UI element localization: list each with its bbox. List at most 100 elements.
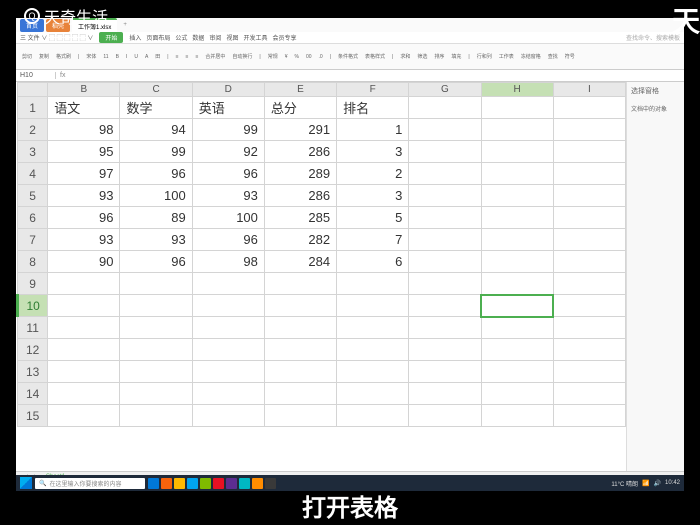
cell[interactable]: 5 <box>337 207 409 229</box>
cell[interactable] <box>337 383 409 405</box>
select-all-corner[interactable] <box>18 83 48 97</box>
weather-widget[interactable]: 11°C 晴朗 <box>611 479 638 488</box>
ribbon-button[interactable]: 合并居中 <box>203 52 227 61</box>
cell[interactable] <box>192 317 264 339</box>
cell[interactable] <box>192 273 264 295</box>
cell[interactable]: 93 <box>192 185 264 207</box>
column-header[interactable]: G <box>409 83 481 97</box>
taskbar-app-icon[interactable] <box>265 478 276 489</box>
cell[interactable] <box>553 405 625 427</box>
ribbon-button[interactable]: ≡ <box>184 53 191 61</box>
cell[interactable] <box>553 229 625 251</box>
cell[interactable] <box>409 185 481 207</box>
clock[interactable]: 10:42 <box>665 480 680 486</box>
row-header[interactable]: 4 <box>18 163 48 185</box>
cell[interactable] <box>120 361 192 383</box>
cell[interactable] <box>409 405 481 427</box>
cell[interactable]: 96 <box>192 229 264 251</box>
fx-icon[interactable]: fx <box>56 72 69 79</box>
cell[interactable] <box>120 295 192 317</box>
ribbon-button[interactable]: ≡ <box>193 53 200 61</box>
column-header[interactable]: F <box>337 83 409 97</box>
row-header[interactable]: 12 <box>18 339 48 361</box>
cell[interactable] <box>264 361 336 383</box>
cell[interactable]: 282 <box>264 229 336 251</box>
cell[interactable]: 96 <box>120 251 192 273</box>
cell[interactable] <box>481 361 553 383</box>
cell[interactable] <box>337 405 409 427</box>
cell[interactable] <box>481 383 553 405</box>
cell[interactable] <box>409 273 481 295</box>
ribbon-button[interactable]: 田 <box>153 52 162 61</box>
taskbar-app-icon[interactable] <box>252 478 263 489</box>
cell[interactable] <box>409 295 481 317</box>
ribbon-button[interactable]: 格式刷 <box>54 52 73 61</box>
cell[interactable]: 英语 <box>192 97 264 119</box>
row-header[interactable]: 15 <box>18 405 48 427</box>
menu-item[interactable]: 审阅 <box>209 36 221 42</box>
cell[interactable] <box>409 361 481 383</box>
row-header[interactable]: 1 <box>18 97 48 119</box>
ribbon-button[interactable]: 求和 <box>398 52 412 61</box>
cell[interactable] <box>553 273 625 295</box>
column-header[interactable]: E <box>264 83 336 97</box>
cell[interactable] <box>264 295 336 317</box>
ribbon-button[interactable]: 排序 <box>432 52 446 61</box>
ribbon-button[interactable]: 冻结窗格 <box>519 52 543 61</box>
menu-start[interactable]: 开始 <box>99 32 123 43</box>
cell[interactable]: 99 <box>120 141 192 163</box>
cell[interactable]: 数学 <box>120 97 192 119</box>
row-header[interactable]: 5 <box>18 185 48 207</box>
cell[interactable]: 285 <box>264 207 336 229</box>
cell[interactable] <box>481 339 553 361</box>
cell[interactable] <box>553 141 625 163</box>
cell[interactable] <box>264 339 336 361</box>
cell[interactable] <box>192 295 264 317</box>
cell[interactable] <box>553 207 625 229</box>
cell[interactable] <box>409 207 481 229</box>
cell[interactable]: 291 <box>264 119 336 141</box>
ribbon-button[interactable]: ¥ <box>283 53 290 61</box>
cell[interactable] <box>409 317 481 339</box>
ribbon-button[interactable]: 表格样式 <box>363 52 387 61</box>
cell[interactable]: 93 <box>48 185 120 207</box>
cell[interactable]: 90 <box>48 251 120 273</box>
cell[interactable] <box>481 207 553 229</box>
cell[interactable]: 286 <box>264 185 336 207</box>
cell[interactable] <box>337 361 409 383</box>
cell[interactable] <box>553 97 625 119</box>
spreadsheet-grid[interactable]: BCDEFGHI1语文数学英语总分排名298949929113959992286… <box>16 82 626 471</box>
cell[interactable]: 100 <box>192 207 264 229</box>
menu-item[interactable]: 视图 <box>226 36 238 42</box>
cell[interactable]: 98 <box>192 251 264 273</box>
cell[interactable] <box>553 295 625 317</box>
row-header[interactable]: 3 <box>18 141 48 163</box>
cell[interactable] <box>337 273 409 295</box>
cell[interactable]: 96 <box>192 163 264 185</box>
cell[interactable] <box>409 251 481 273</box>
ribbon-button[interactable]: ≡ <box>174 53 181 61</box>
ribbon-button[interactable]: 00 <box>304 53 314 61</box>
ribbon-button[interactable]: | <box>390 53 395 61</box>
cell[interactable] <box>409 383 481 405</box>
ribbon-button[interactable]: B <box>114 53 121 61</box>
cell[interactable] <box>553 361 625 383</box>
cell[interactable]: 93 <box>120 229 192 251</box>
ribbon-button[interactable]: 工作表 <box>497 52 516 61</box>
menu-item[interactable]: 开发工具 <box>243 36 267 42</box>
cell[interactable] <box>481 317 553 339</box>
row-header[interactable]: 6 <box>18 207 48 229</box>
cell[interactable] <box>481 185 553 207</box>
cell[interactable]: 语文 <box>48 97 120 119</box>
cell[interactable] <box>481 273 553 295</box>
cell[interactable] <box>553 251 625 273</box>
column-header[interactable]: D <box>192 83 264 97</box>
cell[interactable]: 89 <box>120 207 192 229</box>
cell[interactable]: 289 <box>264 163 336 185</box>
cell[interactable] <box>48 295 120 317</box>
cell[interactable] <box>264 273 336 295</box>
taskbar-app-icon[interactable] <box>213 478 224 489</box>
cell[interactable]: 96 <box>48 207 120 229</box>
menu-item[interactable]: 公式 <box>175 36 187 42</box>
column-header[interactable]: I <box>553 83 625 97</box>
